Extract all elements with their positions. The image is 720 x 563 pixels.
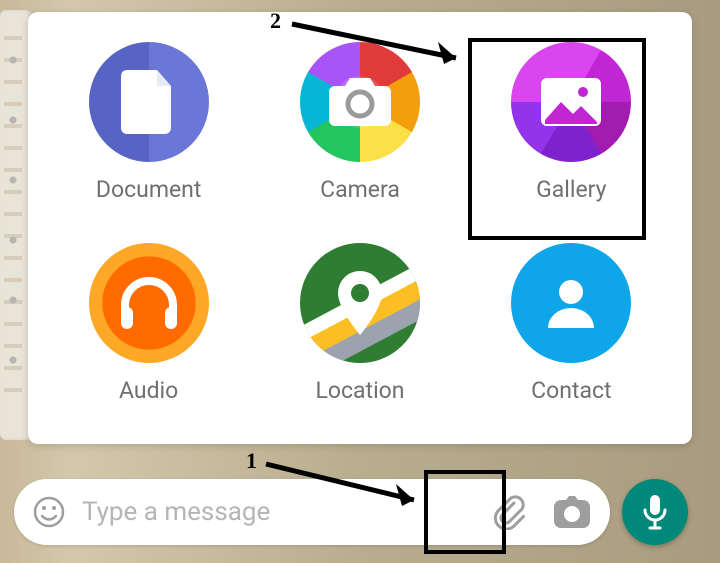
location-pin-icon (300, 243, 420, 363)
gallery-icon (511, 42, 631, 162)
camera-button[interactable] (552, 494, 592, 530)
message-input-pill: Type a message (14, 479, 610, 545)
attach-button[interactable] (490, 494, 526, 530)
attach-label: Contact (531, 377, 611, 404)
attach-label: Location (315, 377, 404, 404)
attach-label: Document (96, 176, 202, 203)
attach-label: Audio (119, 377, 178, 404)
attach-label: Gallery (536, 176, 606, 203)
mic-button[interactable] (622, 479, 688, 545)
attachment-panel: Document Camera Gallery (28, 12, 692, 444)
document-icon (89, 42, 209, 162)
attach-option-document[interactable]: Document (48, 42, 249, 223)
message-input[interactable]: Type a message (82, 497, 490, 527)
attach-option-gallery[interactable]: Gallery (471, 42, 672, 223)
message-input-row: Type a message (14, 479, 688, 545)
annotation-step-1: 1 (246, 448, 257, 474)
attach-label: Camera (320, 176, 400, 203)
attach-option-audio[interactable]: Audio (48, 243, 249, 424)
camera-icon (300, 42, 420, 162)
attach-option-contact[interactable]: Contact (471, 243, 672, 424)
attach-option-location[interactable]: Location (259, 243, 460, 424)
emoji-button[interactable] (32, 495, 66, 529)
headphones-icon (89, 243, 209, 363)
annotation-step-2: 2 (270, 8, 281, 34)
person-icon (511, 243, 631, 363)
attach-option-camera[interactable]: Camera (259, 42, 460, 223)
